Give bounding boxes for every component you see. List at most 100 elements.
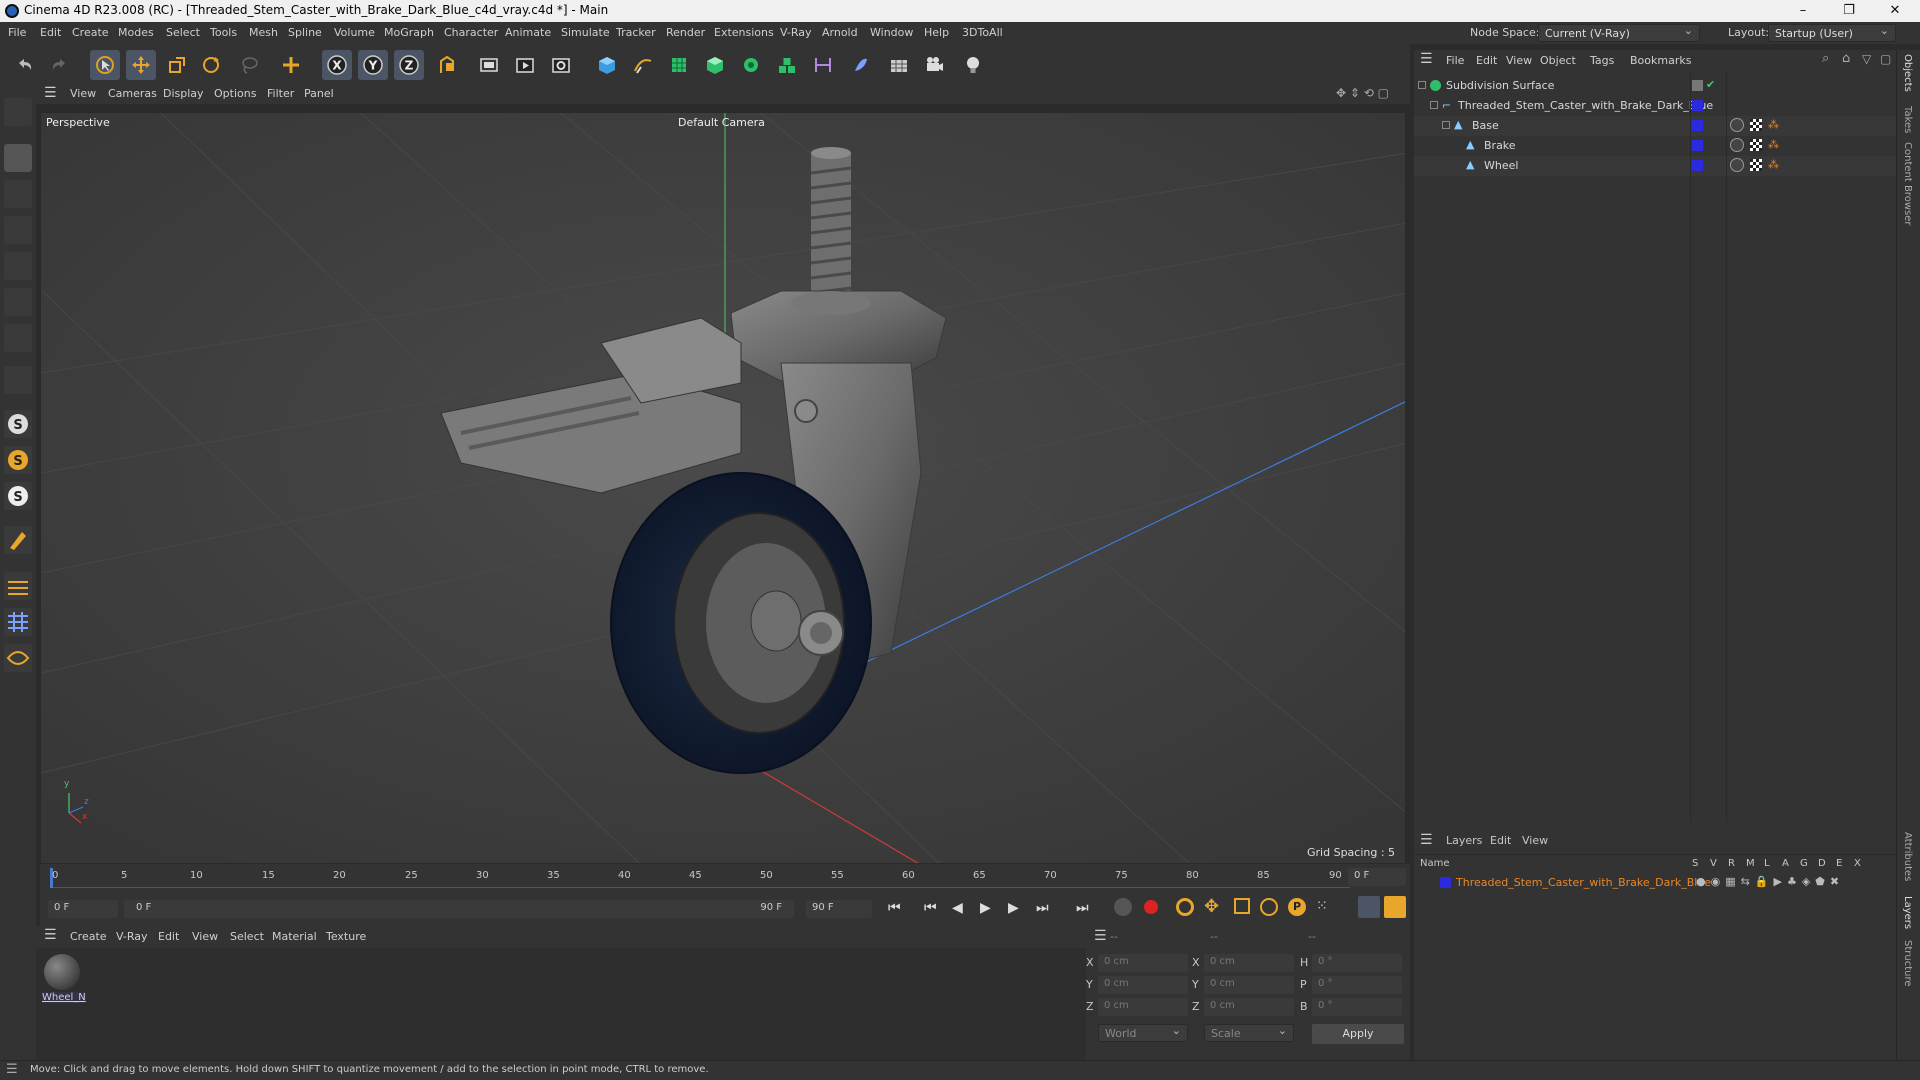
object-filter-icon[interactable]: ▽ <box>1862 52 1871 66</box>
camera-label[interactable]: Default Camera <box>678 116 765 129</box>
light-icon[interactable] <box>958 50 988 80</box>
snap-icon[interactable]: S <box>4 410 32 438</box>
material-menu-select[interactable]: Select <box>230 930 264 943</box>
layer-menu-view[interactable]: View <box>1522 834 1548 847</box>
model-mode-icon[interactable] <box>4 144 32 172</box>
key-point-level-icon[interactable]: ⁙ <box>1316 898 1328 914</box>
keyframe-selection-icon[interactable] <box>1176 898 1194 916</box>
uv-mode-icon[interactable] <box>4 324 32 352</box>
spline-pen-icon[interactable] <box>628 50 658 80</box>
texture-tag-icon[interactable] <box>1750 139 1762 151</box>
material-hamburger-icon[interactable]: ☰ <box>44 927 57 943</box>
pos-z-field[interactable]: 0 cm <box>1098 998 1188 1016</box>
menu-window[interactable]: Window <box>870 26 913 39</box>
menu-select[interactable]: Select <box>166 26 200 39</box>
material-menu-vray[interactable]: V-Ray <box>116 930 148 943</box>
floor-icon[interactable] <box>884 50 914 80</box>
material-tag-icon[interactable] <box>1730 138 1744 152</box>
material-menu-texture[interactable]: Texture <box>326 930 366 943</box>
viewport-menu-view[interactable]: View <box>70 87 96 100</box>
menu-help[interactable]: Help <box>924 26 949 39</box>
make-editable-icon[interactable] <box>4 98 32 126</box>
go-to-start-icon[interactable]: ⏮ <box>888 900 901 916</box>
menu-modes[interactable]: Modes <box>118 26 154 39</box>
layer-color-icon[interactable] <box>1692 160 1703 171</box>
object-row[interactable]: Subdivision Surface ✔ <box>1414 76 1896 96</box>
render-view-icon[interactable] <box>510 50 540 80</box>
object-menu-tags[interactable]: Tags <box>1590 54 1614 67</box>
menu-extensions[interactable]: Extensions <box>714 26 774 39</box>
minimize-button[interactable]: – <box>1780 0 1826 22</box>
layer-row[interactable]: Threaded_Stem_Caster_with_Brake_Dark_Blu… <box>1414 874 1896 892</box>
material-menu-view[interactable]: View <box>192 930 218 943</box>
polygon-mode-icon[interactable] <box>4 288 32 316</box>
tab-structure[interactable]: Structure <box>1902 940 1913 987</box>
rot-b-field[interactable]: 0 ° <box>1312 998 1402 1016</box>
size-x-field[interactable]: 0 cm <box>1204 954 1294 972</box>
rot-p-field[interactable]: 0 ° <box>1312 976 1402 994</box>
start-frame-field[interactable]: 0 F <box>48 900 118 918</box>
layer-color-icon[interactable] <box>1692 120 1703 131</box>
texture-tag-icon[interactable] <box>1750 119 1762 131</box>
rot-h-field[interactable]: 0 ° <box>1312 954 1402 972</box>
object-menu-object[interactable]: Object <box>1540 54 1576 67</box>
y-axis-icon[interactable]: Y <box>358 50 388 80</box>
layer-menu-layers[interactable]: Layers <box>1446 834 1482 847</box>
node-space-dropdown[interactable]: Current (V-Ray) <box>1538 24 1700 42</box>
menu-vray[interactable]: V-Ray <box>780 26 812 39</box>
menu-mesh[interactable]: Mesh <box>249 26 278 39</box>
viewport-menu-panel[interactable]: Panel <box>304 87 334 100</box>
menu-volume[interactable]: Volume <box>334 26 375 39</box>
material-swatch[interactable]: Wheel_N <box>42 954 86 1008</box>
object-row[interactable]: ⌐ Threaded_Stem_Caster_with_Brake_Dark_B… <box>1414 96 1896 116</box>
selection-tag-icon[interactable]: ⁂ <box>1768 138 1779 151</box>
object-hamburger-icon[interactable]: ☰ <box>1420 51 1433 67</box>
expand-icon[interactable] <box>1418 81 1426 89</box>
material-menu-create[interactable]: Create <box>70 930 107 943</box>
menu-arnold[interactable]: Arnold <box>822 26 858 39</box>
layer-menu-edit[interactable]: Edit <box>1490 834 1511 847</box>
menu-3dtoall[interactable]: 3DToAll <box>962 26 1003 39</box>
current-frame-field[interactable]: 0 F <box>1348 868 1406 886</box>
subdivision-icon[interactable] <box>664 50 694 80</box>
play-icon[interactable]: ▶ <box>980 900 991 916</box>
render-region-icon[interactable] <box>474 50 504 80</box>
viewport-menu-options[interactable]: Options <box>214 87 256 100</box>
lock-workplane-icon[interactable] <box>4 608 32 636</box>
undo-icon[interactable] <box>10 50 40 80</box>
coordinate-system-icon[interactable] <box>432 50 462 80</box>
viewport-menu-cameras[interactable]: Cameras <box>108 87 157 100</box>
tab-takes[interactable]: Takes <box>1902 106 1913 133</box>
mograph-cloner-icon[interactable] <box>736 50 766 80</box>
menu-animate[interactable]: Animate <box>505 26 551 39</box>
material-tag-icon[interactable] <box>1730 118 1744 132</box>
layer-color-icon[interactable] <box>1692 100 1703 111</box>
object-home-icon[interactable]: ⌂ <box>1842 51 1850 66</box>
material-tag-icon[interactable] <box>1730 158 1744 172</box>
texture-tag-icon[interactable] <box>1750 159 1762 171</box>
viewport-menu-filter[interactable]: Filter <box>267 87 294 100</box>
close-button[interactable]: ✕ <box>1872 0 1918 22</box>
tab-layers[interactable]: Layers <box>1902 896 1913 929</box>
quantize-icon[interactable]: S <box>4 482 32 510</box>
next-frame-icon[interactable]: ▶ <box>1008 900 1019 916</box>
size-y-field[interactable]: 0 cm <box>1204 976 1294 994</box>
x-axis-icon[interactable]: X <box>322 50 352 80</box>
z-axis-icon[interactable]: Z <box>394 50 424 80</box>
frame-range-slider[interactable]: 0 F 90 F <box>124 900 794 918</box>
key-parameter-icon[interactable]: P <box>1288 898 1306 916</box>
selection-tag-icon[interactable]: ⁂ <box>1768 118 1779 131</box>
viewport-nav-icons[interactable]: ✥ ⇕ ⟲ ▢ <box>1336 86 1389 100</box>
rotate-icon[interactable] <box>196 50 226 80</box>
enabled-check-icon[interactable]: ✔ <box>1706 78 1715 91</box>
menu-spline[interactable]: Spline <box>288 26 322 39</box>
scale-icon[interactable] <box>162 50 192 80</box>
go-to-end-icon[interactable]: ⏭ <box>1076 900 1089 916</box>
deformer-icon[interactable] <box>772 50 802 80</box>
maximize-button[interactable]: ❐ <box>1826 0 1872 22</box>
record-active-icon[interactable] <box>1114 898 1132 916</box>
previous-frame-icon[interactable]: ◀ <box>952 900 963 916</box>
workplane-icon[interactable] <box>4 366 32 394</box>
key-scale-icon[interactable] <box>1234 898 1250 914</box>
material-menu-edit[interactable]: Edit <box>158 930 179 943</box>
